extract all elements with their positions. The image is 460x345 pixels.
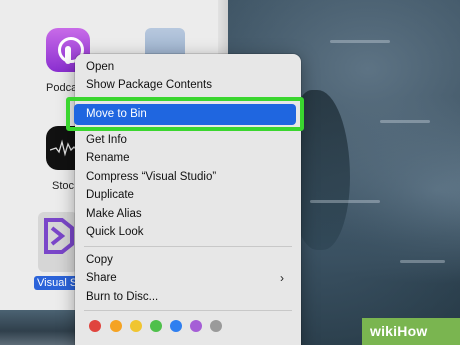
menu-separator: [84, 310, 292, 311]
menu-item-show-package-contents[interactable]: Show Package Contents: [86, 77, 212, 94]
wallpaper-wave: [400, 260, 445, 263]
menu-item-make-alias[interactable]: Make Alias: [86, 206, 142, 223]
tag-purple-dot[interactable]: [190, 320, 202, 332]
tag-blue-dot[interactable]: [170, 320, 182, 332]
visual-studio-label: Visual S: [34, 276, 81, 290]
menu-item-copy[interactable]: Copy: [86, 252, 113, 269]
desktop-strip: [0, 310, 80, 345]
tag-orange-dot[interactable]: [110, 320, 122, 332]
visual-studio-icon[interactable]: [42, 216, 76, 256]
tag-green-dot[interactable]: [150, 320, 162, 332]
wikihow-watermark: wikiHow: [362, 318, 460, 345]
menu-item-compress[interactable]: Compress “Visual Studio”: [86, 169, 216, 186]
tag-yellow-dot[interactable]: [130, 320, 142, 332]
menu-item-get-info[interactable]: Get Info: [86, 132, 127, 149]
menu-item-quick-look[interactable]: Quick Look: [86, 224, 144, 241]
menu-separator: [84, 246, 292, 247]
menu-item-duplicate[interactable]: Duplicate: [86, 187, 134, 204]
tag-gray-dot[interactable]: [210, 320, 222, 332]
menu-item-burn-to-disc[interactable]: Burn to Disc...: [86, 289, 158, 306]
menu-item-rename[interactable]: Rename: [86, 150, 129, 167]
chevron-right-icon: ›: [280, 271, 284, 285]
wallpaper-wave: [330, 40, 390, 43]
tag-red-dot[interactable]: [89, 320, 101, 332]
stocks-label: Stoc: [52, 180, 75, 192]
menu-item-open[interactable]: Open: [86, 59, 114, 76]
menu-item-move-to-bin-label: Move to Bin: [86, 108, 147, 120]
wallpaper-wave: [380, 120, 430, 123]
wallpaper-wave: [310, 200, 380, 203]
menu-item-share[interactable]: Share: [86, 270, 117, 287]
